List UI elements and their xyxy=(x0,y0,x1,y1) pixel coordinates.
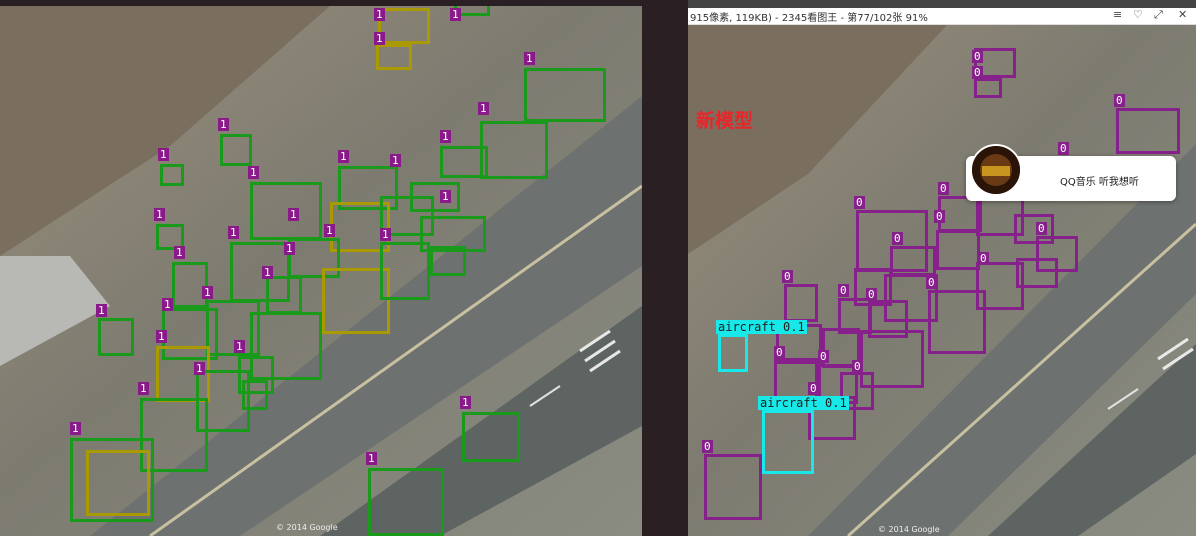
class-label: 1 xyxy=(174,246,185,259)
class-label: 0 xyxy=(702,440,713,453)
class-label: 0 xyxy=(1114,94,1125,107)
music-notification-popup[interactable]: QQ音乐 听我想听 xyxy=(966,144,1176,201)
class-label: 0 xyxy=(774,346,785,359)
detection-box xyxy=(524,68,606,122)
class-label: 1 xyxy=(478,102,489,115)
class-label: 0 xyxy=(818,350,829,363)
class-label: 1 xyxy=(156,330,167,343)
detection-box xyxy=(266,276,302,314)
class-label: 1 xyxy=(138,382,149,395)
model-caption: 新模型 xyxy=(696,110,754,132)
image-watermark: © 2014 Google xyxy=(878,525,940,534)
image-watermark: © 2014 Google xyxy=(276,523,338,532)
class-label: 1 xyxy=(440,130,451,143)
detection-box xyxy=(410,182,460,212)
class-label: 1 xyxy=(374,8,385,21)
detection-class-label: aircraft 0.1 xyxy=(758,396,849,410)
detection-box xyxy=(704,454,762,520)
class-label: 1 xyxy=(228,226,239,239)
class-label: 0 xyxy=(1058,142,1069,155)
detection-box-highlight xyxy=(762,410,814,474)
detection-box xyxy=(220,134,252,166)
class-label: 0 xyxy=(1036,222,1047,235)
close-icon[interactable]: ✕ xyxy=(1178,8,1187,21)
fullscreen-icon[interactable]: ⤢ xyxy=(1154,8,1163,22)
class-label: 1 xyxy=(390,154,401,167)
detection-box xyxy=(376,44,412,70)
detection-box xyxy=(250,182,322,240)
class-label: 0 xyxy=(854,196,865,209)
detection-box xyxy=(974,78,1002,98)
detection-box xyxy=(462,412,520,462)
window-top-strip xyxy=(688,0,1196,8)
class-label: 1 xyxy=(96,304,107,317)
class-label: 0 xyxy=(892,232,903,245)
class-label: 1 xyxy=(194,362,205,375)
album-cover-avatar xyxy=(970,144,1022,196)
detection-box xyxy=(928,290,986,354)
detection-box xyxy=(160,164,184,186)
viewer-titlebar: 915像素, 119KB) - 2345看图王 - 第77/102张 91% ≡… xyxy=(688,8,1196,25)
class-label: 0 xyxy=(852,360,863,373)
notification-text: QQ音乐 听我想听 xyxy=(1060,177,1139,188)
class-label: 1 xyxy=(154,208,165,221)
class-label: 1 xyxy=(288,208,299,221)
detection-box xyxy=(86,450,150,516)
detection-box xyxy=(380,242,430,300)
menu-icon[interactable]: ≡ xyxy=(1113,8,1122,21)
detection-box xyxy=(936,230,980,270)
class-label: 0 xyxy=(972,50,983,63)
class-label: 1 xyxy=(284,242,295,255)
class-label: 1 xyxy=(248,166,259,179)
class-label: 1 xyxy=(218,118,229,131)
class-label: 0 xyxy=(934,210,945,223)
class-label: 0 xyxy=(838,284,849,297)
class-label: 1 xyxy=(234,340,245,353)
class-label: 1 xyxy=(380,228,391,241)
class-label: 1 xyxy=(440,190,451,203)
class-label: 1 xyxy=(162,298,173,311)
class-label: 0 xyxy=(978,252,989,265)
detection-box xyxy=(890,246,936,276)
detection-box-highlight xyxy=(718,334,748,372)
class-label: 0 xyxy=(926,276,937,289)
class-label: 0 xyxy=(938,182,949,195)
detection-box xyxy=(172,262,208,308)
class-label: 1 xyxy=(450,8,461,21)
class-label: 1 xyxy=(524,52,535,65)
class-label: 1 xyxy=(158,148,169,161)
detection-box xyxy=(1116,108,1180,154)
detection-box xyxy=(98,318,134,356)
class-label: 0 xyxy=(782,270,793,283)
detection-box xyxy=(368,468,444,536)
detection-class-label: aircraft 0.1 xyxy=(716,320,807,334)
class-label: 1 xyxy=(70,422,81,435)
class-label: 0 xyxy=(808,382,819,395)
class-label: 1 xyxy=(460,396,471,409)
class-label: 1 xyxy=(202,286,213,299)
class-label: 0 xyxy=(972,66,983,79)
class-label: 1 xyxy=(366,452,377,465)
detection-box xyxy=(480,121,548,179)
window-title: 915像素, 119KB) - 2345看图王 - 第77/102张 91% xyxy=(690,13,928,24)
class-label: 0 xyxy=(866,288,877,301)
class-label: 1 xyxy=(374,32,385,45)
detection-box xyxy=(430,246,466,276)
detection-box xyxy=(440,146,488,178)
detection-box xyxy=(242,380,268,410)
detection-box xyxy=(1016,258,1058,288)
class-label: 1 xyxy=(338,150,349,163)
detection-box xyxy=(378,8,430,44)
skin-icon[interactable]: ♡ xyxy=(1133,8,1143,21)
class-label: 1 xyxy=(262,266,273,279)
left-detection-view: 1 1 1 1 1 1 1 1 1 1 1 1 1 1 1 1 1 1 1 1 … xyxy=(0,6,642,536)
detection-box xyxy=(784,284,818,322)
class-label: 1 xyxy=(324,224,335,237)
